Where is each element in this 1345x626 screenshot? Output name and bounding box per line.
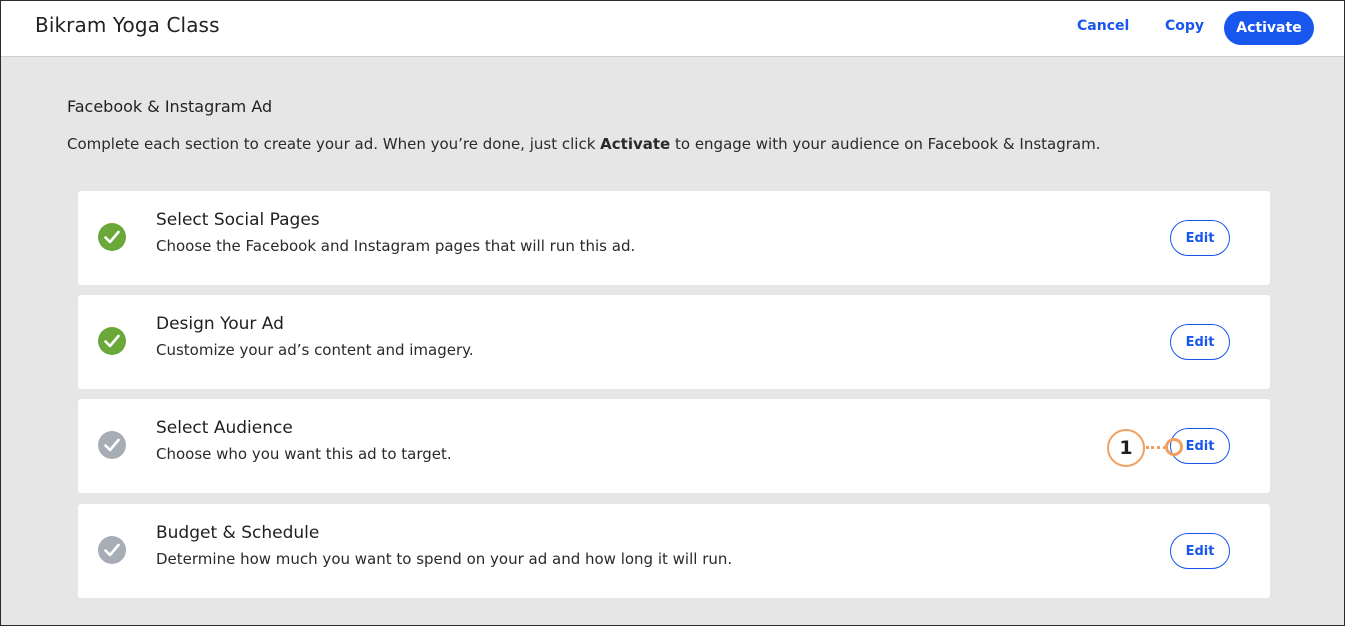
intro-text-activate: Activate — [600, 135, 671, 153]
section-description: Customize your ad’s content and imagery. — [156, 341, 474, 359]
callout-connector — [1146, 446, 1166, 449]
edit-button-budget[interactable]: Edit — [1170, 533, 1230, 569]
section-title: Select Audience — [156, 418, 293, 438]
callout-target-ring — [1165, 438, 1183, 456]
edit-button-social-pages[interactable]: Edit — [1170, 220, 1230, 256]
checkmark-icon — [98, 327, 126, 355]
edit-button-design-ad[interactable]: Edit — [1170, 324, 1230, 360]
section-description: Choose who you want this ad to target. — [156, 445, 452, 463]
checkmark-icon — [98, 431, 126, 459]
copy-button[interactable]: Copy — [1165, 18, 1204, 34]
section-description: Choose the Facebook and Instagram pages … — [156, 237, 636, 255]
top-bar: Bikram Yoga Class Cancel Copy Activate — [1, 1, 1344, 57]
cancel-button[interactable]: Cancel — [1077, 18, 1129, 34]
activate-button[interactable]: Activate — [1224, 11, 1314, 45]
section-card-audience: Select Audience Choose who you want this… — [78, 399, 1270, 493]
section-heading: Facebook & Instagram Ad — [67, 97, 273, 116]
section-title: Select Social Pages — [156, 210, 320, 230]
section-card-social-pages: Select Social Pages Choose the Facebook … — [78, 191, 1270, 285]
app-window: Bikram Yoga Class Cancel Copy Activate F… — [0, 0, 1345, 626]
checkmark-icon — [98, 536, 126, 564]
section-title: Budget & Schedule — [156, 523, 320, 543]
intro-text-start: Complete each section to create your ad.… — [67, 135, 601, 153]
page-title: Bikram Yoga Class — [35, 13, 220, 37]
intro-text-end: to engage with your audience on Facebook… — [670, 135, 1101, 153]
section-card-budget: Budget & Schedule Determine how much you… — [78, 504, 1270, 598]
checkmark-icon — [98, 223, 126, 251]
callout-number-badge: 1 — [1107, 429, 1145, 467]
section-card-design-ad: Design Your Ad Customize your ad’s conte… — [78, 295, 1270, 389]
section-description: Determine how much you want to spend on … — [156, 550, 733, 568]
intro-text: Complete each section to create your ad.… — [67, 135, 1100, 153]
section-title: Design Your Ad — [156, 314, 284, 334]
